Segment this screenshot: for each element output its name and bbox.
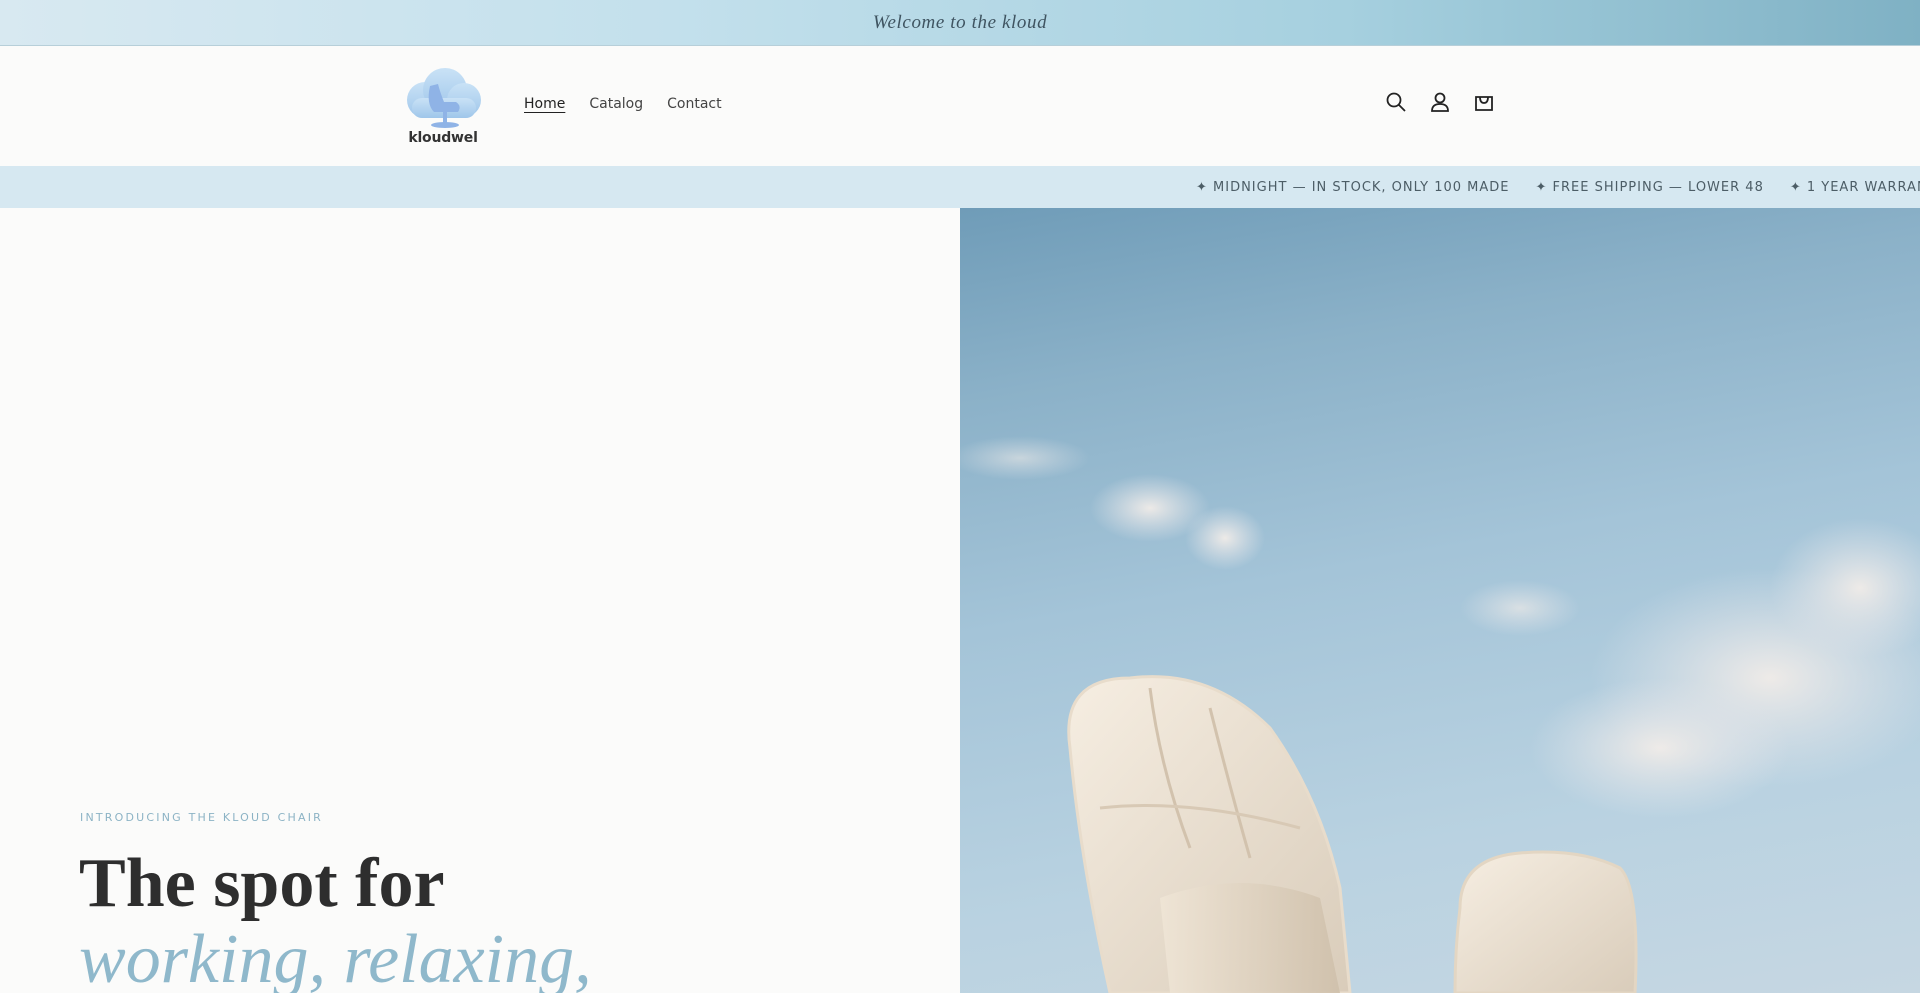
hero-text-panel: INTRODUCING THE KLOUD CHAIR The spot for… xyxy=(0,208,960,993)
promo-marquee: ✦ MIDNIGHT — IN STOCK, ONLY 100 MADE ✦ F… xyxy=(0,166,1920,208)
site-header: kloudwel Home Catalog Contact xyxy=(0,46,1920,166)
announcement-text: Welcome to the kloud xyxy=(872,11,1048,33)
main-nav: Home Catalog Contact xyxy=(524,96,722,112)
account-icon[interactable] xyxy=(1428,90,1452,114)
nav-catalog[interactable]: Catalog xyxy=(589,96,643,112)
announcement-bar: Welcome to the kloud xyxy=(0,0,1920,46)
hero-headline: The spot for xyxy=(79,845,445,922)
hero-headline-italic: working, relaxing, xyxy=(79,921,592,993)
hero-eyebrow: INTRODUCING THE KLOUD CHAIR xyxy=(80,811,324,824)
marquee-track: ✦ MIDNIGHT — IN STOCK, ONLY 100 MADE ✦ F… xyxy=(1196,166,1920,208)
chair-in-sky-image xyxy=(960,436,1920,993)
hero-image xyxy=(960,208,1920,993)
marquee-item: ✦ 1 YEAR WARRANTY xyxy=(1789,179,1920,195)
cloud-chair-logo-icon xyxy=(407,68,481,128)
marquee-item: ✦ MIDNIGHT — IN STOCK, ONLY 100 MADE xyxy=(1196,179,1510,195)
header-icons xyxy=(1384,90,1496,114)
brand-logo[interactable]: kloudwel xyxy=(398,62,488,150)
nav-contact[interactable]: Contact xyxy=(667,96,721,112)
search-icon[interactable] xyxy=(1384,90,1408,114)
nav-home[interactable]: Home xyxy=(524,96,565,112)
marquee-item: ✦ FREE SHIPPING — LOWER 48 xyxy=(1535,179,1764,195)
cart-icon[interactable] xyxy=(1472,90,1496,114)
brand-name: kloudwel xyxy=(408,130,478,146)
